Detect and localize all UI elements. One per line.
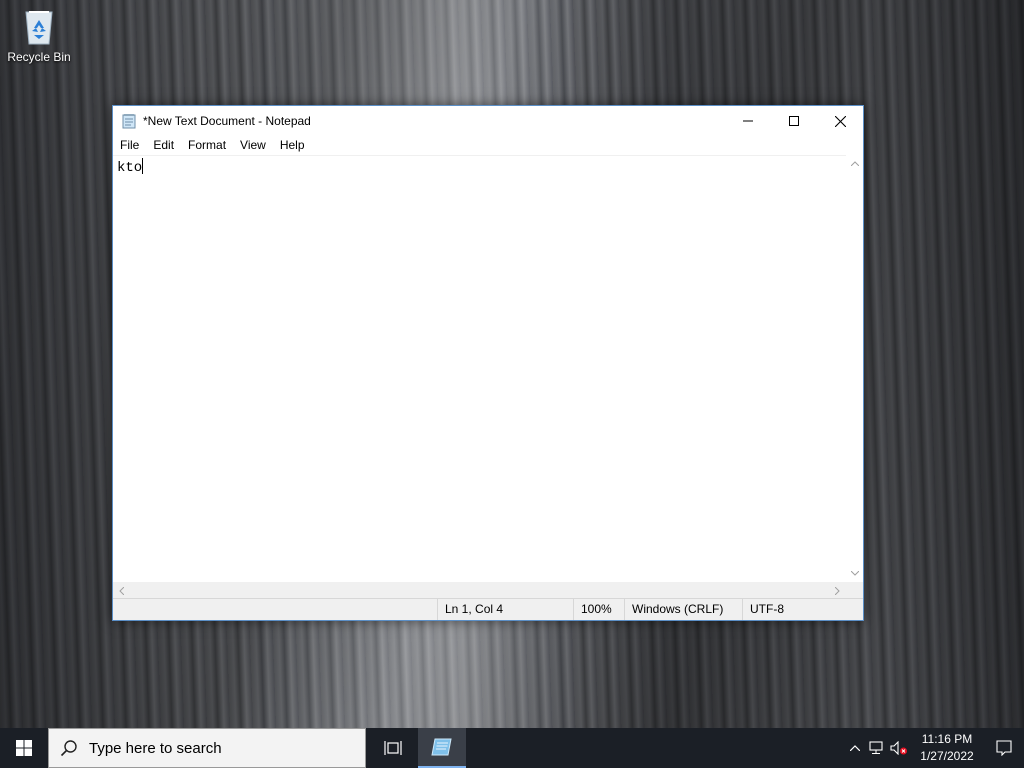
vertical-scrollbar[interactable]: [846, 155, 863, 582]
chevron-right-icon: [835, 586, 840, 595]
window-title: *New Text Document - Notepad: [143, 114, 311, 128]
desktop-icon-recycle-bin[interactable]: Recycle Bin: [4, 6, 74, 64]
network-button[interactable]: [866, 728, 888, 768]
text-editor[interactable]: kto: [113, 155, 846, 582]
volume-muted-icon: [890, 741, 907, 755]
scroll-left-button[interactable]: [113, 582, 130, 599]
taskbar-search-box[interactable]: Type here to search: [48, 728, 366, 768]
status-position: Ln 1, Col 4: [437, 599, 573, 620]
editor-text: kto: [117, 160, 143, 176]
chevron-down-icon: [850, 571, 859, 576]
minimize-button[interactable]: [725, 106, 771, 136]
notepad-window: *New Text Document - Notepad File Edit F…: [112, 105, 864, 621]
windows-logo-icon: [16, 740, 32, 756]
text-caret: [142, 158, 144, 174]
task-view-button[interactable]: [370, 728, 416, 768]
horizontal-scrollbar[interactable]: [113, 582, 846, 599]
scroll-right-button[interactable]: [829, 582, 846, 599]
action-center-button[interactable]: [984, 728, 1024, 768]
chevron-left-icon: [119, 586, 124, 595]
taskbar: Type here to search 11:16 PM 1/27/2022: [0, 728, 1024, 768]
menu-bar: File Edit Format View Help: [113, 136, 863, 155]
chevron-up-icon: [850, 745, 860, 751]
desktop-icon-label: Recycle Bin: [7, 50, 71, 64]
start-button[interactable]: [0, 728, 48, 768]
notepad-icon: [121, 113, 137, 129]
maximize-icon: [789, 116, 799, 126]
menu-edit[interactable]: Edit: [146, 136, 181, 155]
status-encoding: UTF-8: [742, 599, 863, 620]
menu-help[interactable]: Help: [273, 136, 312, 155]
title-bar[interactable]: *New Text Document - Notepad: [113, 106, 863, 136]
notepad-icon: [431, 738, 452, 756]
chevron-up-icon: [850, 161, 859, 166]
network-icon: [869, 741, 883, 754]
volume-button[interactable]: [888, 728, 910, 768]
menu-file[interactable]: File: [113, 136, 146, 155]
task-view-icon: [384, 741, 402, 755]
menu-view[interactable]: View: [233, 136, 273, 155]
scrollbar-corner: [846, 582, 863, 599]
status-bar: Ln 1, Col 4 100% Windows (CRLF) UTF-8: [113, 598, 863, 620]
status-line-endings: Windows (CRLF): [624, 599, 742, 620]
close-button[interactable]: [817, 106, 863, 136]
minimize-icon: [743, 120, 753, 122]
recycle-bin-icon: [21, 6, 57, 46]
scroll-up-button[interactable]: [846, 155, 863, 172]
search-icon: [49, 739, 89, 757]
notification-icon: [996, 740, 1012, 756]
status-zoom: 100%: [573, 599, 624, 620]
clock[interactable]: 11:16 PM 1/27/2022: [914, 731, 980, 765]
clock-time: 11:16 PM: [921, 732, 973, 746]
search-placeholder: Type here to search: [89, 739, 222, 757]
taskbar-notepad-button[interactable]: [418, 728, 466, 768]
clock-date: 1/27/2022: [920, 749, 974, 763]
maximize-button[interactable]: [771, 106, 817, 136]
close-icon: [834, 115, 846, 127]
system-tray: 11:16 PM 1/27/2022: [844, 728, 1024, 768]
scroll-down-button[interactable]: [846, 565, 863, 582]
show-hidden-icons-button[interactable]: [844, 728, 866, 768]
menu-format[interactable]: Format: [181, 136, 233, 155]
